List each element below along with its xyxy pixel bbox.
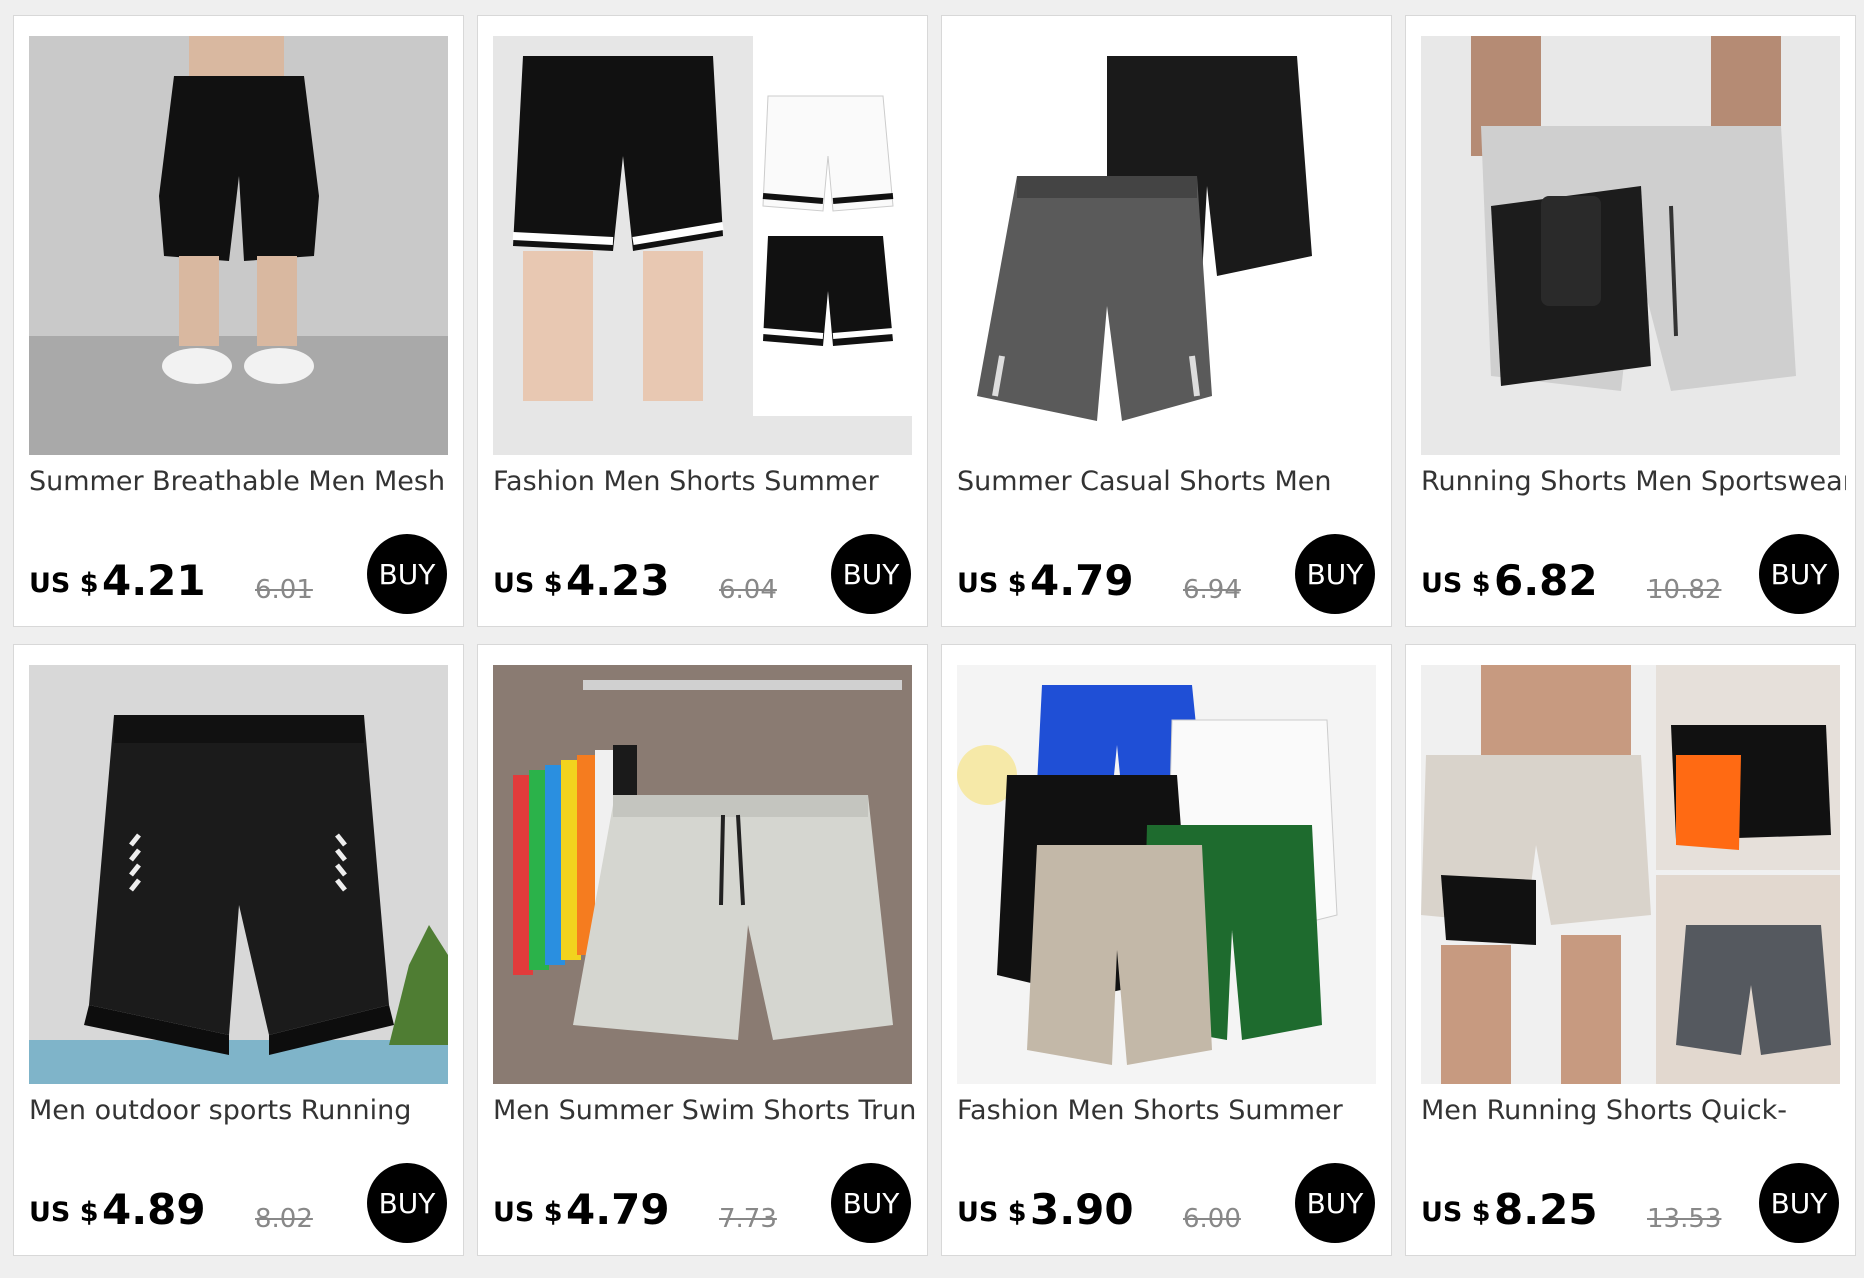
original-price: 7.73 xyxy=(719,1204,777,1234)
product-title[interactable]: Men outdoor sports Running xyxy=(29,1095,454,1126)
product-price: 4.79 xyxy=(1030,556,1134,605)
product-price: 3.90 xyxy=(1030,1185,1134,1234)
reflective-shorts-icon xyxy=(29,665,448,1084)
product-card[interactable]: Men Summer Swim Shorts Trunks US $ 4.79 … xyxy=(477,644,928,1256)
product-title[interactable]: Running Shorts Men Sportswear xyxy=(1421,466,1846,497)
product-title[interactable]: Men Running Shorts Quick- xyxy=(1421,1095,1846,1126)
product-title[interactable]: Fashion Men Shorts Summer xyxy=(493,466,918,497)
buy-button[interactable]: BUY xyxy=(367,1163,447,1243)
product-image[interactable] xyxy=(1421,665,1840,1084)
buy-button[interactable]: BUY xyxy=(831,534,911,614)
product-price: 4.23 xyxy=(566,556,670,605)
product-card[interactable]: Fashion Men Shorts Summer US $ 4.23 6.04… xyxy=(477,15,928,627)
product-title[interactable]: Summer Breathable Men Mesh xyxy=(29,466,454,497)
product-image[interactable] xyxy=(957,36,1376,455)
product-title[interactable]: Summer Casual Shorts Men xyxy=(957,466,1382,497)
original-price: 6.94 xyxy=(1183,575,1241,605)
product-price: 6.82 xyxy=(1494,556,1598,605)
original-price: 8.02 xyxy=(255,1204,313,1234)
compression-shorts-icon xyxy=(1421,36,1840,455)
grey-black-shorts-icon xyxy=(957,36,1376,455)
currency-label: US $ xyxy=(1421,568,1491,599)
basketball-shorts-icon xyxy=(493,36,912,455)
original-price: 6.04 xyxy=(719,575,777,605)
product-card[interactable]: Summer Casual Shorts Men US $ 4.79 6.94 … xyxy=(941,15,1392,627)
product-image[interactable] xyxy=(1421,36,1840,455)
black-shorts-icon xyxy=(29,36,448,455)
colorful-shorts-icon xyxy=(957,665,1376,1084)
product-title[interactable]: Fashion Men Shorts Summer xyxy=(957,1095,1382,1126)
product-image[interactable] xyxy=(29,36,448,455)
currency-label: US $ xyxy=(957,568,1027,599)
original-price: 10.82 xyxy=(1647,575,1722,605)
product-title[interactable]: Men Summer Swim Shorts Trunks xyxy=(493,1095,918,1126)
product-card[interactable]: Summer Breathable Men Mesh US $ 4.21 6.0… xyxy=(13,15,464,627)
product-price: 4.79 xyxy=(566,1185,670,1234)
product-card[interactable]: Fashion Men Shorts Summer US $ 3.90 6.00… xyxy=(941,644,1392,1256)
product-grid: Summer Breathable Men Mesh US $ 4.21 6.0… xyxy=(13,15,1856,1256)
product-card[interactable]: Men Running Shorts Quick- US $ 8.25 13.5… xyxy=(1405,644,1856,1256)
two-in-one-shorts-icon xyxy=(1421,665,1840,1084)
product-image[interactable] xyxy=(493,36,912,455)
buy-button[interactable]: BUY xyxy=(831,1163,911,1243)
product-price: 8.25 xyxy=(1494,1185,1598,1234)
currency-label: US $ xyxy=(29,1197,99,1228)
buy-button[interactable]: BUY xyxy=(1295,534,1375,614)
buy-button[interactable]: BUY xyxy=(1759,534,1839,614)
currency-label: US $ xyxy=(493,568,563,599)
currency-label: US $ xyxy=(957,1197,1027,1228)
product-card[interactable]: Men outdoor sports Running US $ 4.89 8.0… xyxy=(13,644,464,1256)
product-image[interactable] xyxy=(493,665,912,1084)
product-price: 4.89 xyxy=(102,1185,206,1234)
original-price: 6.01 xyxy=(255,575,313,605)
original-price: 6.00 xyxy=(1183,1204,1241,1234)
original-price: 13.53 xyxy=(1647,1204,1722,1234)
product-image[interactable] xyxy=(957,665,1376,1084)
currency-label: US $ xyxy=(1421,1197,1491,1228)
currency-label: US $ xyxy=(493,1197,563,1228)
buy-button[interactable]: BUY xyxy=(1759,1163,1839,1243)
product-price: 4.21 xyxy=(102,556,206,605)
product-image[interactable] xyxy=(29,665,448,1084)
product-card[interactable]: Running Shorts Men Sportswear US $ 6.82 … xyxy=(1405,15,1856,627)
buy-button[interactable]: BUY xyxy=(1295,1163,1375,1243)
buy-button[interactable]: BUY xyxy=(367,534,447,614)
currency-label: US $ xyxy=(29,568,99,599)
hanging-shorts-icon xyxy=(493,665,912,1084)
